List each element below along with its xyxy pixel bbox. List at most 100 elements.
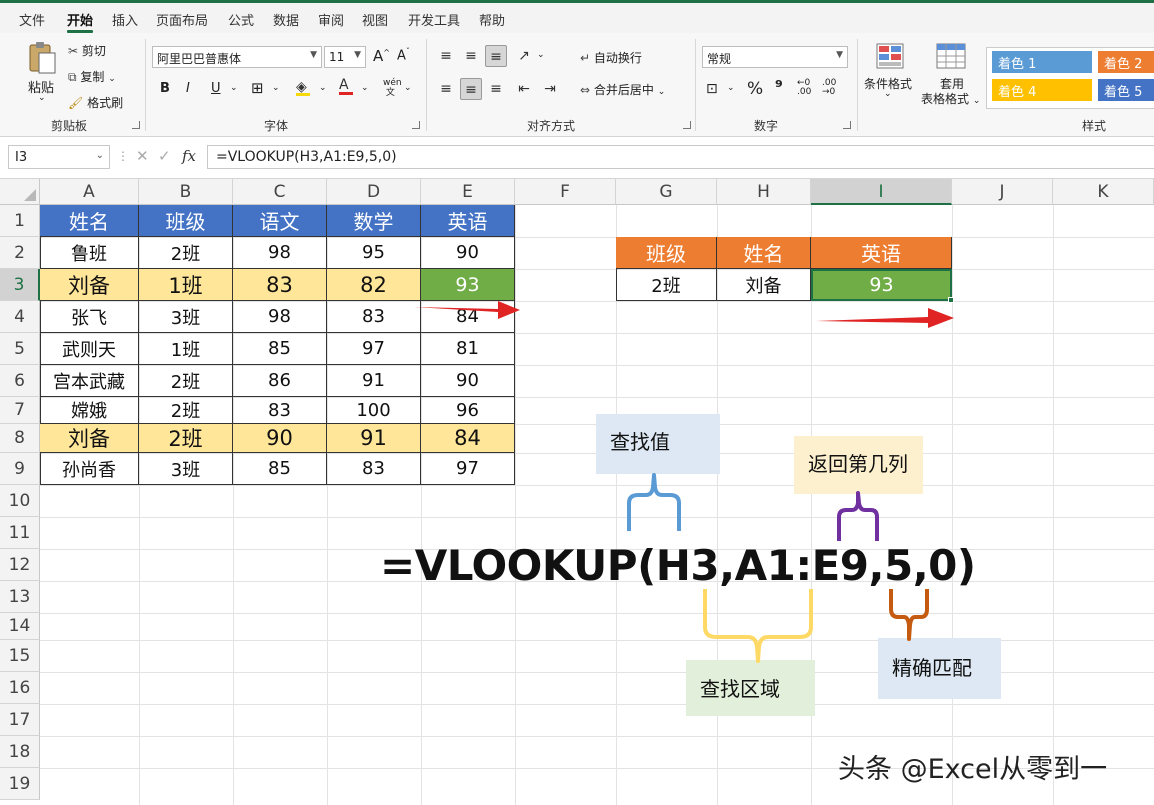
comma-style-icon[interactable]: ⁹: [775, 77, 783, 98]
format-painter-button[interactable]: 🖌 格式刷: [68, 94, 123, 111]
decrease-font-icon[interactable]: Aˇ: [397, 47, 410, 63]
row-header-11[interactable]: 11: [0, 517, 40, 549]
table-cell[interactable]: 3班: [139, 301, 233, 333]
format-table-icon[interactable]: [936, 43, 966, 69]
table-cell[interactable]: 83: [233, 269, 327, 301]
table-header-cell[interactable]: 语文: [233, 205, 327, 237]
menu-file[interactable]: 文件: [19, 10, 45, 29]
style-accent2[interactable]: 着色 2: [1098, 51, 1154, 73]
conditional-format-icon[interactable]: [876, 43, 904, 69]
fill-dropdown-icon[interactable]: ⌄: [319, 83, 327, 93]
row-header-3[interactable]: 3: [0, 269, 40, 301]
copy-button[interactable]: ⧉ 复制 ⌄: [68, 68, 116, 85]
orientation-icon[interactable]: ↗: [513, 45, 535, 67]
column-header-c[interactable]: C: [233, 179, 327, 205]
table-cell[interactable]: 刘备: [40, 424, 139, 453]
alignment-launcher-icon[interactable]: [683, 121, 691, 129]
align-right-icon[interactable]: ≡: [485, 78, 507, 100]
accounting-dropdown-icon[interactable]: ⌄: [727, 83, 735, 93]
merge-dropdown-icon[interactable]: ⌄: [658, 87, 666, 97]
decrease-indent-icon[interactable]: ⇤: [513, 78, 535, 100]
lookup-value-cell[interactable]: 2班: [616, 269, 717, 301]
copy-dropdown-icon[interactable]: ⌄: [108, 74, 116, 84]
table-cell[interactable]: 91: [327, 424, 421, 453]
column-header-k[interactable]: K: [1053, 179, 1154, 205]
table-cell[interactable]: 2班: [139, 424, 233, 453]
format-table-button[interactable]: 表格格式 ⌄: [921, 90, 980, 107]
row-header-18[interactable]: 18: [0, 736, 40, 768]
border-dropdown-icon[interactable]: ⌄: [272, 83, 280, 93]
column-header-h[interactable]: H: [717, 179, 811, 205]
table-cell[interactable]: 刘备: [40, 269, 139, 301]
style-accent1[interactable]: 着色 1: [992, 51, 1092, 73]
phonetic-icon[interactable]: wén 文: [383, 78, 402, 98]
table-cell[interactable]: 84: [421, 424, 515, 453]
table-cell[interactable]: 2班: [139, 397, 233, 424]
name-box[interactable]: I3 ⌄: [8, 145, 110, 169]
table-cell[interactable]: 98: [233, 237, 327, 269]
table-cell[interactable]: 86: [233, 365, 327, 397]
table-cell[interactable]: 81: [421, 333, 515, 365]
table-cell[interactable]: 张飞: [40, 301, 139, 333]
table-cell[interactable]: 孙尚香: [40, 453, 139, 485]
table-cell[interactable]: 武则天: [40, 333, 139, 365]
table-header-cell[interactable]: 数学: [327, 205, 421, 237]
underline-dropdown-icon[interactable]: ⌄: [230, 83, 238, 93]
row-header-7[interactable]: 7: [0, 397, 40, 424]
row-header-12[interactable]: 12: [0, 549, 40, 581]
row-header-10[interactable]: 10: [0, 485, 40, 517]
row-header-16[interactable]: 16: [0, 672, 40, 704]
menu-view[interactable]: 视图: [362, 10, 388, 29]
menu-developer[interactable]: 开发工具: [408, 10, 460, 29]
percent-button[interactable]: %: [747, 79, 763, 99]
paste-dropdown-icon[interactable]: ⌄: [38, 93, 46, 103]
border-icon[interactable]: ⊞: [251, 79, 264, 97]
align-bottom-icon[interactable]: ≡: [485, 45, 507, 67]
clipboard-launcher-icon[interactable]: [132, 121, 140, 129]
menu-home[interactable]: 开始: [67, 10, 93, 29]
row-header-6[interactable]: 6: [0, 365, 40, 397]
conditional-dropdown-icon[interactable]: ⌄: [884, 89, 892, 99]
confirm-icon[interactable]: ✓: [158, 147, 171, 165]
table-cell[interactable]: 1班: [139, 269, 233, 301]
menu-formulas[interactable]: 公式: [228, 10, 254, 29]
lookup-header-cell[interactable]: 英语: [811, 237, 952, 269]
number-format-select[interactable]: 常规 ▼: [702, 46, 848, 68]
active-cell-i3[interactable]: 93: [811, 269, 952, 301]
number-launcher-icon[interactable]: [843, 121, 851, 129]
table-cell[interactable]: 97: [421, 453, 515, 485]
cancel-icon[interactable]: ✕: [136, 147, 149, 165]
row-header-15[interactable]: 15: [0, 640, 40, 672]
column-header-i[interactable]: I: [811, 179, 952, 205]
menu-insert[interactable]: 插入: [112, 10, 138, 29]
wrap-text-button[interactable]: ↵ 自动换行: [580, 49, 642, 66]
table-cell[interactable]: 3班: [139, 453, 233, 485]
style-accent5[interactable]: 着色 5: [1098, 79, 1154, 101]
column-header-a[interactable]: A: [40, 179, 139, 205]
decrease-decimal-icon[interactable]: .00 →0: [822, 79, 836, 97]
column-header-b[interactable]: B: [139, 179, 233, 205]
cut-button[interactable]: ✂ 剪切: [68, 42, 106, 59]
menu-help[interactable]: 帮助: [479, 10, 505, 29]
row-header-14[interactable]: 14: [0, 613, 40, 640]
column-header-f[interactable]: F: [515, 179, 616, 205]
column-header-g[interactable]: G: [616, 179, 717, 205]
table-cell[interactable]: 98: [233, 301, 327, 333]
fill-handle[interactable]: [948, 297, 954, 303]
menu-page-layout[interactable]: 页面布局: [156, 10, 208, 29]
increase-decimal-icon[interactable]: ←0.00: [797, 79, 811, 97]
phonetic-dropdown-icon[interactable]: ⌄: [404, 83, 412, 93]
bold-button[interactable]: B: [160, 81, 170, 96]
table-header-cell[interactable]: 班级: [139, 205, 233, 237]
font-color-dropdown-icon[interactable]: ⌄: [361, 83, 369, 93]
table-cell[interactable]: 100: [327, 397, 421, 424]
underline-button[interactable]: U: [211, 81, 221, 96]
font-launcher-icon[interactable]: [412, 121, 420, 129]
table-cell[interactable]: 嫦娥: [40, 397, 139, 424]
fill-color-icon[interactable]: ◈: [296, 79, 310, 96]
align-top-icon[interactable]: ≡: [435, 45, 457, 67]
table-cell[interactable]: 90: [421, 237, 515, 269]
table-cell[interactable]: 83: [233, 397, 327, 424]
formula-input[interactable]: =VLOOKUP(H3,A1:E9,5,0): [207, 145, 1154, 169]
table-cell[interactable]: 1班: [139, 333, 233, 365]
